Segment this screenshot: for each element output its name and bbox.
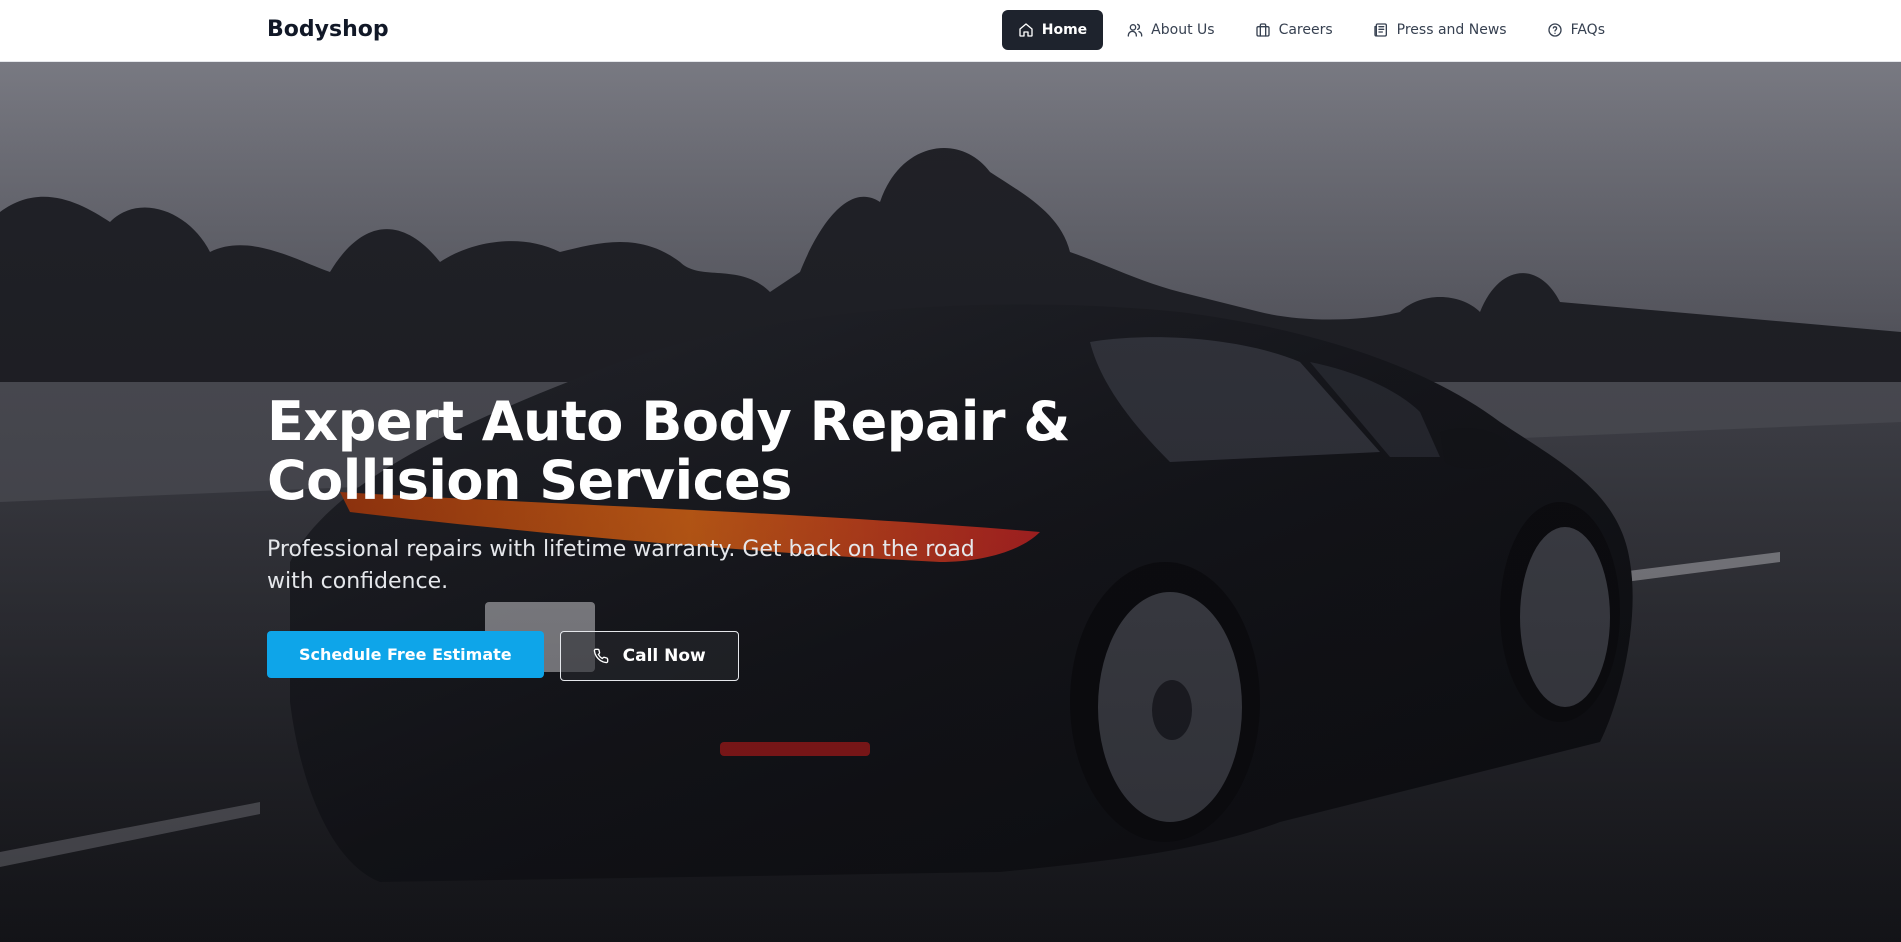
briefcase-icon [1255, 23, 1270, 37]
nav-item-faqs[interactable]: FAQs [1531, 10, 1621, 50]
hero-content: Expert Auto Body Repair & Collision Serv… [267, 392, 1087, 681]
call-now-button[interactable]: Call Now [559, 631, 739, 681]
hero-title: Expert Auto Body Repair & Collision Serv… [267, 392, 1087, 510]
users-icon [1127, 23, 1143, 37]
schedule-free-estimate-button[interactable]: Schedule Free Estimate [267, 631, 544, 678]
hero-subtitle: Professional repairs with lifetime warra… [267, 537, 975, 594]
phone-icon [593, 648, 608, 664]
home-icon [1019, 23, 1033, 37]
nav-item-careers[interactable]: Careers [1239, 10, 1349, 50]
newspaper-icon [1373, 23, 1387, 37]
brand-logo[interactable]: Bodyshop [267, 17, 389, 42]
site-header: Bodyshop Home About Us Careers Press and… [0, 0, 1901, 62]
hero-buttons: Schedule Free Estimate Call Now [267, 631, 1087, 681]
nav-item-label: Careers [1278, 22, 1333, 38]
nav-item-about-us[interactable]: About Us [1111, 10, 1230, 50]
hero-title-line-2: Collision Services [267, 449, 792, 512]
main-nav: Home About Us Careers Press and News FAQ… [1001, 10, 1621, 50]
nav-item-label: FAQs [1570, 22, 1605, 38]
nav-item-label: Press and News [1396, 22, 1507, 38]
nav-item-label: Home [1041, 22, 1088, 38]
nav-item-label: About Us [1151, 22, 1215, 38]
nav-item-press-and-news[interactable]: Press and News [1357, 10, 1523, 50]
help-circle-icon [1547, 23, 1562, 37]
call-now-label: Call Now [622, 646, 706, 666]
hero-title-line-1: Expert Auto Body Repair & [267, 390, 1070, 453]
nav-item-home[interactable]: Home [1001, 10, 1104, 50]
hero-section: Expert Auto Body Repair & Collision Serv… [0, 62, 1901, 942]
